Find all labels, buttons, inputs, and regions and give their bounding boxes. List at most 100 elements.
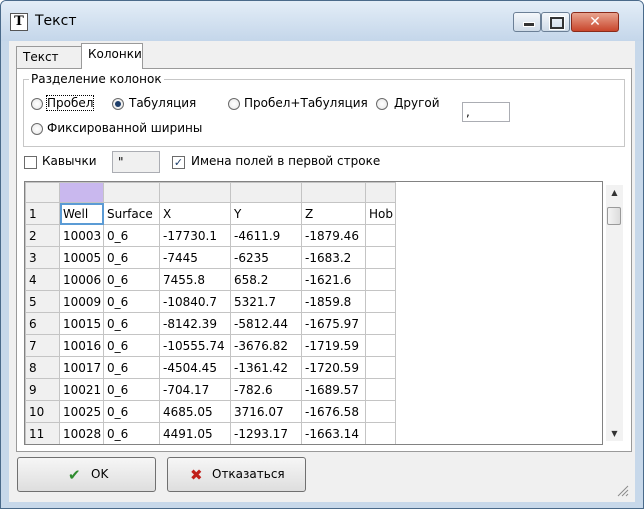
grid-cell[interactable]: 10005 (59, 246, 104, 269)
quotes-checkbox[interactable] (24, 156, 37, 169)
grid-cell[interactable]: 10003 (59, 224, 104, 247)
row-number-cell[interactable]: 11 (25, 422, 60, 444)
grid-cell[interactable]: 0_6 (103, 246, 160, 269)
grid-cell[interactable]: 0_6 (103, 334, 160, 357)
grid-cell[interactable] (365, 356, 396, 379)
grid-cell[interactable]: Z (301, 202, 366, 225)
grid-cell[interactable]: 0_6 (103, 268, 160, 291)
row-number-cell[interactable]: 6 (25, 312, 60, 335)
scroll-thumb[interactable] (607, 207, 621, 225)
grid-cell[interactable]: 0_6 (103, 400, 160, 423)
grid-cell[interactable]: -8142.39 (159, 312, 231, 335)
grid-cell[interactable]: -1879.46 (301, 224, 366, 247)
row-number-cell[interactable]: 1 (25, 202, 60, 225)
grid-cell[interactable]: -4504.45 (159, 356, 231, 379)
grid-cell[interactable] (365, 224, 396, 247)
row-number-cell[interactable]: 3 (25, 246, 60, 269)
grid-cell[interactable]: 0_6 (103, 356, 160, 379)
row-number-cell[interactable]: 9 (25, 378, 60, 401)
grid-cell[interactable]: X (159, 202, 231, 225)
grid-cell[interactable]: 10015 (59, 312, 104, 335)
grid-cell[interactable]: -5812.44 (230, 312, 302, 335)
grid-cell[interactable]: 10021 (59, 378, 104, 401)
radio-other[interactable] (376, 98, 388, 110)
grid-cell[interactable]: 10029 (60, 445, 104, 446)
grid-cell[interactable]: -10555.74 (159, 334, 231, 357)
grid-cell[interactable] (365, 246, 396, 269)
row-number-cell[interactable]: 8 (25, 356, 60, 379)
grid-cell[interactable] (365, 290, 396, 313)
row-number-cell[interactable]: 7 (25, 334, 60, 357)
grid-cell[interactable]: 10016 (59, 334, 104, 357)
grid-cell[interactable]: -1621.6 (301, 268, 366, 291)
grid-cell[interactable] (365, 268, 396, 291)
row-number-cell[interactable]: 2 (25, 224, 60, 247)
other-separator-input[interactable]: , (462, 102, 510, 122)
maximize-button[interactable] (541, 12, 570, 32)
grid-column-header[interactable] (365, 182, 396, 203)
grid-cell[interactable]: Hob (365, 202, 396, 225)
tab-columns[interactable]: Колонки (81, 43, 143, 69)
grid-cell[interactable]: -1689.57 (301, 378, 366, 401)
grid-column-header[interactable] (59, 182, 104, 203)
grid-cell[interactable]: 10006 (59, 268, 104, 291)
quotes-label[interactable]: Кавычки (42, 154, 97, 168)
grid-cell[interactable]: 3248.36 (160, 445, 231, 446)
radio-tab-label[interactable]: Табуляция (129, 96, 196, 110)
grid-cell[interactable] (365, 312, 396, 335)
radio-tab[interactable] (112, 98, 124, 110)
grid-cell[interactable]: 4491.05 (159, 422, 231, 444)
grid-cell[interactable]: -17730.1 (159, 224, 231, 247)
row-number-cell[interactable]: 5 (25, 290, 60, 313)
radio-space-tab[interactable] (228, 98, 240, 110)
row-number-cell[interactable]: 4 (25, 268, 60, 291)
grid-cell[interactable]: -1859.8 (301, 290, 366, 313)
radio-other-label[interactable]: Другой (394, 96, 440, 110)
grid-cell[interactable]: 10025 (59, 400, 104, 423)
minimize-button[interactable] (513, 12, 541, 32)
grid-cell[interactable]: -1676.58 (301, 400, 366, 423)
grid-cell[interactable] (365, 422, 396, 444)
grid-cell[interactable]: 1478.97 (231, 445, 302, 446)
grid-cell[interactable] (366, 445, 396, 446)
grid-cell[interactable]: -4611.9 (230, 224, 302, 247)
grid-cell[interactable]: 0_6 (103, 290, 160, 313)
tab-text[interactable]: Текст (16, 46, 84, 68)
grid-cell[interactable]: -1293.17 (230, 422, 302, 444)
close-button[interactable]: ✕ (571, 12, 619, 32)
field-names-label[interactable]: Имена полей в первой строке (191, 154, 380, 168)
scroll-up-arrow-icon[interactable]: ▲ (606, 188, 623, 197)
ok-button[interactable]: ✔ OK (17, 457, 156, 492)
cancel-button[interactable]: ✖ Отказаться (167, 457, 306, 492)
resize-grip-icon[interactable] (613, 481, 629, 497)
grid-cell[interactable]: 0_6 (104, 445, 160, 446)
radio-space-label[interactable]: Пробел (45, 95, 95, 111)
grid-cell[interactable]: 0_6 (103, 224, 160, 247)
grid-cell[interactable]: 658.2 (230, 268, 302, 291)
grid-cell[interactable]: Surface (103, 202, 160, 225)
grid-cell[interactable]: Well (59, 202, 104, 225)
grid-corner-cell[interactable] (25, 182, 60, 203)
quote-char-input[interactable]: " (112, 151, 160, 173)
scroll-down-arrow-icon[interactable]: ▼ (606, 429, 623, 438)
grid-cell[interactable]: -1663.14 (301, 422, 366, 444)
title-bar[interactable]: T Текст ✕ (1, 1, 643, 41)
grid-cell[interactable]: 7455.8 (159, 268, 231, 291)
grid-cell[interactable] (365, 334, 396, 357)
grid-cell[interactable]: -6235 (230, 246, 302, 269)
radio-fixed-width[interactable] (31, 123, 43, 135)
grid-cell[interactable]: -10840.7 (159, 290, 231, 313)
grid-cell[interactable]: -704.17 (159, 378, 231, 401)
grid-cell[interactable]: -3676.82 (230, 334, 302, 357)
grid-cell[interactable]: -1720.59 (301, 356, 366, 379)
grid-cell[interactable]: -1719.59 (301, 334, 366, 357)
grid-column-header[interactable] (230, 182, 302, 203)
grid-cell[interactable]: -1361.42 (230, 356, 302, 379)
grid-cell[interactable] (365, 400, 396, 423)
grid-column-header[interactable] (103, 182, 160, 203)
row-number-cell[interactable]: 10 (25, 400, 60, 423)
field-names-checkbox[interactable]: ✓ (172, 156, 185, 169)
grid-cell[interactable]: 0_6 (103, 312, 160, 335)
grid-cell[interactable]: Y (230, 202, 302, 225)
radio-space-tab-label[interactable]: Пробел+Табуляция (244, 96, 368, 110)
